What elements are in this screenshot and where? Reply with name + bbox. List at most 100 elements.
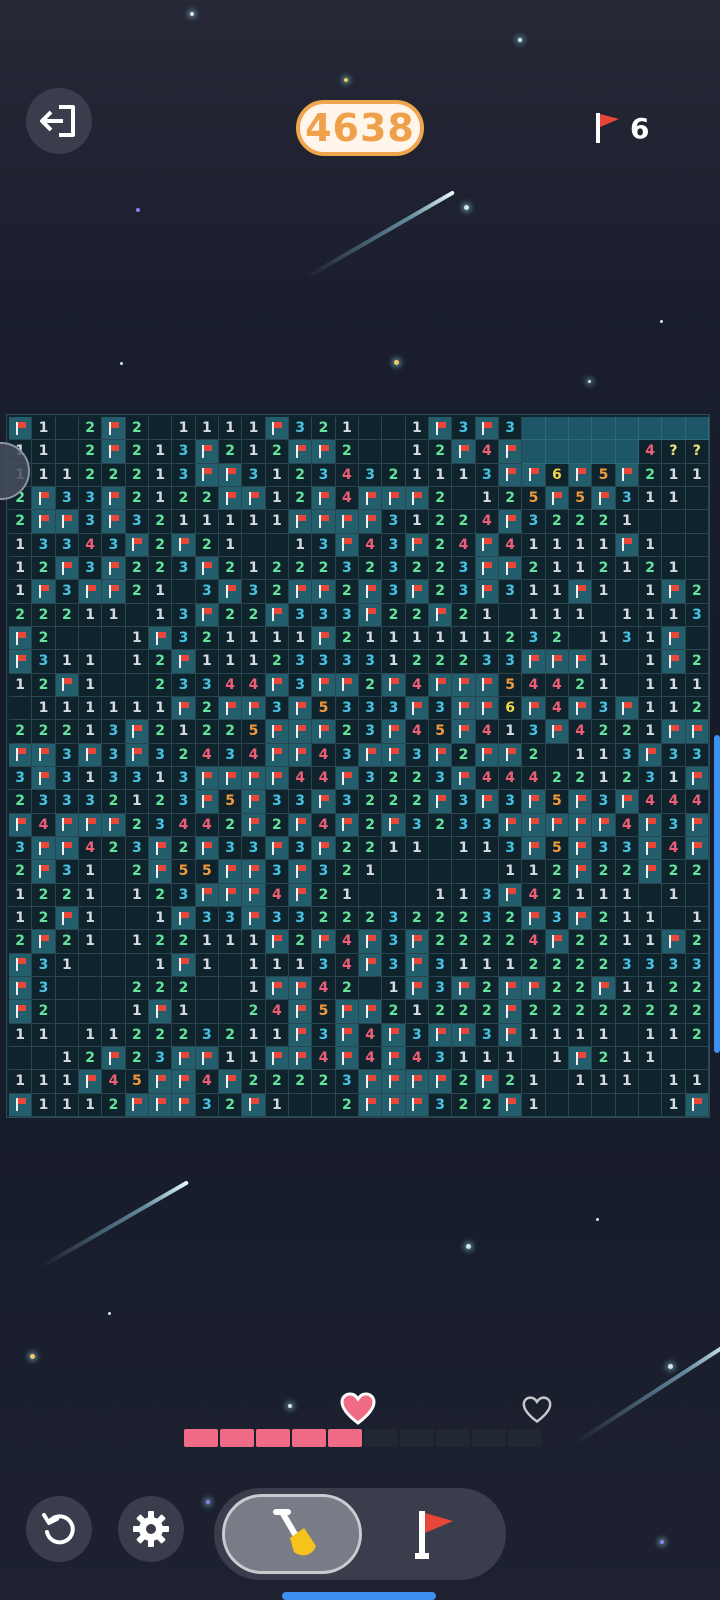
- number-cell[interactable]: 1: [55, 463, 79, 487]
- number-cell[interactable]: 1: [79, 767, 103, 791]
- covered-cell[interactable]: [685, 417, 709, 441]
- flag-mode-button[interactable]: [370, 1494, 500, 1574]
- empty-cell[interactable]: [662, 907, 686, 931]
- number-cell[interactable]: 2: [335, 837, 359, 861]
- number-cell[interactable]: 1: [149, 767, 173, 791]
- number-cell[interactable]: 3: [335, 557, 359, 581]
- number-cell[interactable]: 2: [195, 627, 219, 651]
- number-cell[interactable]: 1: [149, 603, 173, 627]
- number-cell[interactable]: 2: [639, 557, 663, 581]
- empty-cell[interactable]: [9, 1047, 33, 1071]
- number-cell[interactable]: 3: [265, 790, 289, 814]
- number-cell[interactable]: 3: [335, 697, 359, 721]
- number-cell[interactable]: 3: [32, 790, 56, 814]
- flagged-cell[interactable]: [662, 720, 686, 744]
- number-cell[interactable]: 3: [172, 557, 196, 581]
- number-cell[interactable]: 4: [639, 790, 663, 814]
- number-cell[interactable]: 1: [79, 603, 103, 627]
- number-cell[interactable]: 2: [545, 627, 569, 651]
- number-cell[interactable]: 1: [662, 463, 686, 487]
- empty-cell[interactable]: [102, 953, 126, 977]
- number-cell[interactable]: 4: [405, 673, 429, 697]
- flagged-cell[interactable]: [475, 697, 499, 721]
- flagged-cell[interactable]: [289, 510, 313, 534]
- flagged-cell[interactable]: [125, 1093, 149, 1117]
- number-cell[interactable]: 1: [32, 463, 56, 487]
- flagged-cell[interactable]: [639, 860, 663, 884]
- number-cell[interactable]: 2: [102, 790, 126, 814]
- number-cell[interactable]: 2: [125, 463, 149, 487]
- flagged-cell[interactable]: [335, 813, 359, 837]
- flagged-cell[interactable]: [522, 790, 546, 814]
- number-cell[interactable]: 2: [475, 977, 499, 1001]
- flagged-cell[interactable]: [289, 1047, 313, 1071]
- number-cell[interactable]: 1: [55, 650, 79, 674]
- number-cell[interactable]: 2: [429, 510, 453, 534]
- number-cell[interactable]: 2: [219, 720, 243, 744]
- flagged-cell[interactable]: [569, 697, 593, 721]
- number-cell[interactable]: 1: [522, 1023, 546, 1047]
- number-cell[interactable]: 3: [522, 510, 546, 534]
- number-cell[interactable]: 2: [172, 930, 196, 954]
- flagged-cell[interactable]: [405, 697, 429, 721]
- number-cell[interactable]: 1: [639, 487, 663, 511]
- flagged-cell[interactable]: [522, 907, 546, 931]
- number-cell[interactable]: 1: [195, 953, 219, 977]
- flagged-cell[interactable]: [289, 1023, 313, 1047]
- number-cell[interactable]: 3: [195, 580, 219, 604]
- flagged-cell[interactable]: [289, 697, 313, 721]
- number-cell[interactable]: 2: [312, 1070, 336, 1094]
- undo-button[interactable]: [26, 1496, 92, 1562]
- number-cell[interactable]: 1: [242, 627, 266, 651]
- number-cell[interactable]: 1: [79, 697, 103, 721]
- number-cell[interactable]: 1: [499, 1047, 523, 1071]
- number-cell[interactable]: 2: [359, 557, 383, 581]
- number-cell[interactable]: 3: [475, 907, 499, 931]
- number-cell[interactable]: 2: [79, 417, 103, 441]
- number-cell[interactable]: 4: [242, 673, 266, 697]
- number-cell[interactable]: 2: [359, 813, 383, 837]
- flagged-cell[interactable]: [32, 510, 56, 534]
- empty-cell[interactable]: [219, 953, 243, 977]
- number-cell[interactable]: 1: [662, 557, 686, 581]
- flagged-cell[interactable]: [382, 1047, 406, 1071]
- flagged-cell[interactable]: [499, 510, 523, 534]
- empty-cell[interactable]: [219, 977, 243, 1001]
- number-cell[interactable]: 4: [312, 813, 336, 837]
- number-cell[interactable]: 2: [335, 907, 359, 931]
- flagged-cell[interactable]: [219, 860, 243, 884]
- number-cell[interactable]: 1: [55, 1070, 79, 1094]
- flagged-cell[interactable]: [9, 627, 33, 651]
- number-cell[interactable]: 1: [79, 1023, 103, 1047]
- number-cell[interactable]: 2: [429, 580, 453, 604]
- number-cell[interactable]: 2: [195, 533, 219, 557]
- number-cell[interactable]: 5: [569, 487, 593, 511]
- number-cell[interactable]: 2: [55, 603, 79, 627]
- flagged-cell[interactable]: [265, 930, 289, 954]
- number-cell[interactable]: 3: [242, 580, 266, 604]
- number-cell[interactable]: 1: [545, 1047, 569, 1071]
- number-cell[interactable]: 3: [55, 580, 79, 604]
- flagged-cell[interactable]: [9, 650, 33, 674]
- number-cell[interactable]: 3: [289, 673, 313, 697]
- covered-cell[interactable]: [592, 440, 616, 464]
- number-cell[interactable]: 3: [429, 697, 453, 721]
- flagged-cell[interactable]: [32, 837, 56, 861]
- number-cell[interactable]: 1: [335, 417, 359, 441]
- covered-cell[interactable]: [615, 417, 639, 441]
- number-cell[interactable]: 1: [405, 440, 429, 464]
- number-cell[interactable]: 2: [685, 650, 709, 674]
- flagged-cell[interactable]: [545, 813, 569, 837]
- flagged-cell[interactable]: [569, 1047, 593, 1071]
- number-cell[interactable]: 1: [172, 1000, 196, 1024]
- number-cell[interactable]: 2: [9, 930, 33, 954]
- empty-cell[interactable]: [125, 673, 149, 697]
- number-cell[interactable]: 1: [79, 883, 103, 907]
- covered-cell[interactable]: [615, 440, 639, 464]
- number-cell[interactable]: 4: [335, 953, 359, 977]
- number-cell[interactable]: 1: [662, 767, 686, 791]
- number-cell[interactable]: 1: [405, 510, 429, 534]
- number-cell[interactable]: 2: [102, 1093, 126, 1117]
- number-cell[interactable]: 2: [149, 557, 173, 581]
- flagged-cell[interactable]: [475, 673, 499, 697]
